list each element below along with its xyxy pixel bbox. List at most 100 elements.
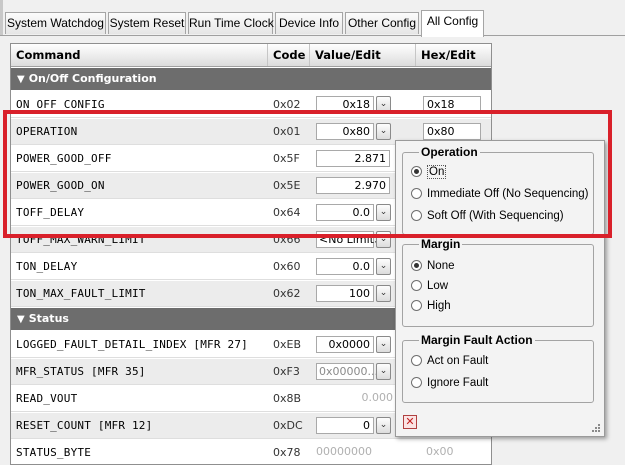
tab-label: System Reset <box>109 16 185 30</box>
command-code: 0x5E <box>273 179 301 192</box>
command-name: OPERATION <box>16 125 78 138</box>
scrollbar-track[interactable] <box>603 36 625 451</box>
command-code: 0x02 <box>273 98 301 111</box>
radio-icon[interactable] <box>411 280 422 291</box>
margin-group: Margin None Low High <box>402 237 594 327</box>
command-name: STATUS_BYTE <box>16 446 92 459</box>
tab-label: Other Config <box>347 16 417 30</box>
collapse-arrow-icon[interactable]: ▼ <box>17 74 25 85</box>
tab-all-config[interactable]: All Config <box>421 10 484 37</box>
value-cell: 0x0000 ⌄ <box>316 332 396 358</box>
tab-system-watchdog[interactable]: System Watchdog <box>5 12 106 34</box>
hex-cell: 0x00 <box>423 440 483 464</box>
chevron-down-icon[interactable]: ⌄ <box>376 123 391 140</box>
resize-grip-icon[interactable] <box>591 423 601 433</box>
chevron-down-icon[interactable]: ⌄ <box>376 363 391 380</box>
table-row[interactable]: STATUS_BYTE 0x78 00000000 0x00 <box>11 440 491 464</box>
value-field[interactable]: <No Limit> <box>316 231 383 248</box>
radio-selected-icon[interactable] <box>411 166 422 177</box>
command-code: 0xEB <box>273 338 302 351</box>
value-cell: 0x18 ⌄ <box>316 92 396 118</box>
value-field[interactable]: 0x0000 <box>316 336 374 353</box>
column-header-command[interactable]: Command <box>11 44 268 66</box>
value-field[interactable]: 2.970 <box>316 177 390 194</box>
value-field[interactable]: 0x18 <box>316 96 374 113</box>
value-field[interactable]: 0x80 <box>316 123 374 140</box>
radio-icon[interactable] <box>411 300 422 311</box>
group-title: Status <box>28 312 69 325</box>
hex-field[interactable]: 0x18 <box>423 96 481 113</box>
tab-run-time-clock[interactable]: Run Time Clock <box>188 12 274 34</box>
tab-strip-edge <box>0 0 3 36</box>
command-name: ON_OFF_CONFIG <box>16 98 105 111</box>
column-header-code[interactable]: Code <box>268 44 310 66</box>
chevron-down-icon[interactable]: ⌄ <box>376 204 391 221</box>
command-code: 0x60 <box>273 260 301 273</box>
tab-label: System Watchdog <box>7 16 104 30</box>
chevron-down-icon[interactable]: ⌄ <box>376 336 391 353</box>
command-code: 0x66 <box>273 233 301 246</box>
radio-label: Soft Off (With Sequencing) <box>427 210 564 222</box>
chevron-down-icon[interactable]: ⌄ <box>376 417 391 434</box>
chevron-down-icon[interactable]: ⌄ <box>376 96 391 113</box>
radio-icon[interactable] <box>411 210 422 221</box>
radio-icon[interactable] <box>411 188 422 199</box>
radio-label: Low <box>427 280 449 292</box>
value-cell: 0.000 <box>316 386 396 412</box>
radio-soft-off[interactable]: Soft Off (With Sequencing) <box>411 207 564 225</box>
collapse-arrow-icon[interactable]: ▼ <box>17 314 25 325</box>
value-readonly: 00000000 <box>316 445 372 458</box>
tab-system-reset[interactable]: System Reset <box>108 12 186 34</box>
command-name: LOGGED_FAULT_DETAIL_INDEX [MFR 27] <box>16 338 248 351</box>
tab-label: Device Info <box>278 16 340 30</box>
value-cell: 0 ⌄ <box>316 413 396 439</box>
group-header-on-off[interactable]: ▼ On/Off Configuration <box>11 68 491 90</box>
chevron-down-icon[interactable]: ⌄ <box>376 231 391 248</box>
table-row[interactable]: ON_OFF_CONFIG 0x02 0x18 ⌄ 0x18 <box>11 92 491 118</box>
margin-fault-action-title: Margin Fault Action <box>419 333 535 347</box>
chevron-down-icon[interactable]: ⌄ <box>376 258 391 275</box>
value-field[interactable]: 0.0 <box>316 258 374 275</box>
column-header-hex[interactable]: Hex/Edit <box>416 44 491 66</box>
value-cell: 100 ⌄ <box>316 281 396 307</box>
value-cell: 2.970 <box>316 173 396 199</box>
radio-icon[interactable] <box>411 355 422 366</box>
tab-device-info[interactable]: Device Info <box>275 12 343 34</box>
radio-label: Ignore Fault <box>427 377 489 389</box>
command-code: 0x8B <box>273 392 302 405</box>
radio-act-on-fault[interactable]: Act on Fault <box>411 352 488 370</box>
command-name: TON_DELAY <box>16 260 78 273</box>
margin-fault-action-group: Margin Fault Action Act on Fault Ignore … <box>402 333 594 403</box>
tab-other-config[interactable]: Other Config <box>345 12 419 34</box>
value-field[interactable]: 0x00000... <box>316 363 378 380</box>
operation-group: Operation On Immediate Off (No Sequencin… <box>402 145 594 235</box>
radio-on[interactable]: On <box>411 163 447 181</box>
radio-immediate-off[interactable]: Immediate Off (No Sequencing) <box>411 185 589 203</box>
radio-low[interactable]: Low <box>411 277 448 295</box>
value-field[interactable]: 2.871 <box>316 150 390 167</box>
value-field[interactable]: 0 <box>316 417 374 434</box>
command-name: POWER_GOOD_ON <box>16 179 105 192</box>
value-field[interactable]: 0.0 <box>316 204 374 221</box>
radio-ignore-fault[interactable]: Ignore Fault <box>411 374 488 392</box>
radio-none[interactable]: None <box>411 257 455 275</box>
close-icon[interactable]: ✕ <box>403 415 417 429</box>
column-header-value[interactable]: Value/Edit <box>310 44 416 66</box>
radio-label: None <box>427 260 455 272</box>
grid-header: Command Code Value/Edit Hex/Edit <box>11 44 491 67</box>
value-field[interactable]: 100 <box>316 285 374 302</box>
hex-field[interactable]: 0x80 <box>423 123 481 140</box>
value-cell: 00000000 <box>316 440 396 464</box>
value-cell: 0x80 ⌄ <box>316 119 396 145</box>
command-code: 0x78 <box>273 446 301 459</box>
command-code: 0xF3 <box>273 365 300 378</box>
tab-label: Run Time Clock <box>189 16 274 30</box>
radio-high[interactable]: High <box>411 297 451 315</box>
radio-selected-icon[interactable] <box>411 260 422 271</box>
command-name: RESET_COUNT [MFR 12] <box>16 419 153 432</box>
chevron-down-icon[interactable]: ⌄ <box>376 285 391 302</box>
command-code: 0x64 <box>273 206 301 219</box>
value-cell: 0x00000... ⌄ <box>316 359 396 385</box>
radio-icon[interactable] <box>411 377 422 388</box>
command-name: POWER_GOOD_OFF <box>16 152 112 165</box>
